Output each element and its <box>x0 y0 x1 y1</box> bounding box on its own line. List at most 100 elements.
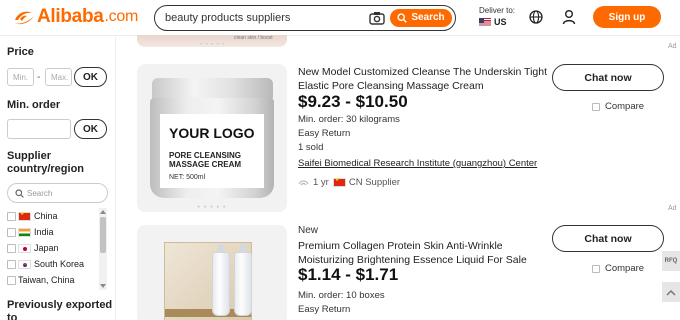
jar-lid <box>152 78 273 100</box>
brand-suffix: .com <box>104 8 139 25</box>
product-title[interactable]: New Model Customized Cleanse The Undersk… <box>298 65 548 93</box>
user-account-icon[interactable] <box>562 9 576 25</box>
product-price: $9.23 - $10.50 <box>298 92 408 111</box>
image-caption: clean skin / boost <box>234 35 273 41</box>
jar-label-logo: YOUR LOGO <box>169 125 255 141</box>
alibaba-logo-icon <box>12 7 36 27</box>
min-order: Min. order: 10 boxes <box>298 290 385 301</box>
min-order-filter-title: Min. order <box>7 99 61 111</box>
deliver-to[interactable]: Deliver to: US <box>479 6 525 27</box>
camera-icon[interactable] <box>369 11 385 25</box>
min-order-input[interactable] <box>7 119 71 139</box>
previous-product-image[interactable]: clean skin / boost ● ● ● ● ● <box>137 35 287 47</box>
compare-label: Compare <box>605 263 645 274</box>
region-search-input[interactable]: Search <box>7 183 108 203</box>
easy-return: Easy Return <box>298 304 351 315</box>
country-label: China <box>34 211 58 221</box>
rfq-tool[interactable]: RFQ <box>662 251 680 271</box>
checkbox[interactable] <box>7 243 16 253</box>
top-header: Alibaba .com beauty products suppliers Se… <box>0 0 680 36</box>
search-input[interactable]: beauty products suppliers <box>165 12 290 24</box>
alibaba-logo[interactable]: Alibaba .com <box>12 6 138 28</box>
scroll-up-arrow-icon[interactable] <box>100 210 106 214</box>
ad-mark: Ad <box>668 43 677 50</box>
min-order: Min. order: 30 kilograms <box>298 114 400 125</box>
search-results: clean skin / boost ● ● ● ● ● Ad YOUR LOG… <box>116 35 680 320</box>
country-list: China India Japan South Korea Taiwan, Ch… <box>7 208 107 290</box>
search-button[interactable]: Search <box>390 8 452 27</box>
deliver-label: Deliver to: <box>479 6 516 15</box>
country-label: Japan <box>34 243 59 253</box>
carousel-dots: ● ● ● ● ● <box>197 204 227 210</box>
country-list-scrollbar[interactable] <box>99 208 107 290</box>
supplier-country: CN Supplier <box>348 177 401 188</box>
jar-label-line: PORE CLEANSING MASSAGE CREAM <box>169 151 242 169</box>
chevron-up-icon <box>666 289 676 296</box>
country-label: India <box>34 227 54 237</box>
country-label: Taiwan, China <box>18 275 75 285</box>
country-option-taiwan[interactable]: Taiwan, China <box>7 272 107 288</box>
chat-now-button[interactable]: Chat now <box>552 225 664 252</box>
supplier-badge: 1 yr CN Supplier <box>298 177 400 188</box>
us-flag-icon <box>479 18 491 26</box>
scrollbar-thumb[interactable] <box>100 217 106 253</box>
supplier-region-title: Supplier country/region <box>7 150 85 175</box>
price-max-input[interactable]: Max. <box>45 68 72 86</box>
price-filter-title: Price <box>7 46 34 58</box>
product-image[interactable] <box>137 225 287 320</box>
compare-checkbox[interactable] <box>592 264 600 273</box>
product-price: $1.14 - $1.71 <box>298 265 399 284</box>
india-flag-icon <box>18 227 31 237</box>
sign-up-button[interactable]: Sign up <box>593 6 661 28</box>
price-range-dash: - <box>37 72 41 83</box>
sold-count: 1 sold <box>298 142 324 153</box>
deliver-country: US <box>494 17 507 27</box>
verified-supplier-icon <box>298 179 309 185</box>
scroll-down-arrow-icon[interactable] <box>100 284 106 288</box>
chat-now-button[interactable]: Chat now <box>552 64 664 91</box>
search-bar: beauty products suppliers Search <box>154 5 456 31</box>
china-flag-icon <box>18 211 31 221</box>
japan-flag-icon <box>18 243 31 253</box>
globe-icon[interactable] <box>529 10 543 24</box>
jar-label-net: NET: 500ml <box>169 174 206 181</box>
country-label: South Korea <box>34 259 85 269</box>
jar-label: YOUR LOGO PORE CLEANSING MASSAGE CREAM NE… <box>160 114 264 188</box>
search-icon <box>15 189 24 198</box>
checkbox[interactable] <box>7 275 16 285</box>
country-option-china[interactable]: China <box>7 208 107 224</box>
country-option-japan[interactable]: Japan <box>7 240 107 256</box>
compare-checkbox[interactable] <box>592 102 600 111</box>
product-bottle <box>234 244 252 316</box>
region-search-placeholder: Search <box>27 189 53 198</box>
country-option-south-korea[interactable]: South Korea <box>7 256 107 272</box>
price-min-input[interactable]: Min. <box>7 68 34 86</box>
easy-return: Easy Return <box>298 128 351 139</box>
compare-toggle[interactable]: Compare <box>592 101 644 112</box>
supplier-name-link[interactable]: Saifei Biomedical Research Institute (gu… <box>298 158 537 169</box>
checkbox[interactable] <box>7 259 16 269</box>
new-label: New <box>298 225 319 236</box>
back-to-top-button[interactable] <box>662 282 680 302</box>
product-title[interactable]: Premium Collagen Protein Skin Anti-Wrink… <box>298 239 548 267</box>
product-bottle <box>212 244 230 316</box>
checkbox[interactable] <box>7 227 16 237</box>
search-icon <box>397 12 408 23</box>
carousel-dots: ● ● ● ● ● <box>200 41 226 46</box>
china-flag-icon <box>332 177 346 187</box>
previously-exported-title: Previously exported to <box>7 299 113 320</box>
ad-mark: Ad <box>668 205 677 212</box>
brand-name: Alibaba <box>37 6 104 27</box>
rfq-label: RFQ <box>664 258 678 264</box>
price-ok-button[interactable]: OK <box>74 67 107 87</box>
country-option-india[interactable]: India <box>7 224 107 240</box>
search-button-label: Search <box>411 12 445 23</box>
compare-label: Compare <box>605 101 645 112</box>
product-image[interactable]: YOUR LOGO PORE CLEANSING MASSAGE CREAM NE… <box>137 64 287 212</box>
compare-toggle[interactable]: Compare <box>592 263 644 274</box>
filter-sidebar: Price Min. - Max. OK Min. order OK Suppl… <box>0 37 116 320</box>
min-order-ok-button[interactable]: OK <box>74 119 107 139</box>
checkbox[interactable] <box>7 211 16 221</box>
supplier-years: 1 yr <box>313 177 329 188</box>
south-korea-flag-icon <box>18 259 31 269</box>
